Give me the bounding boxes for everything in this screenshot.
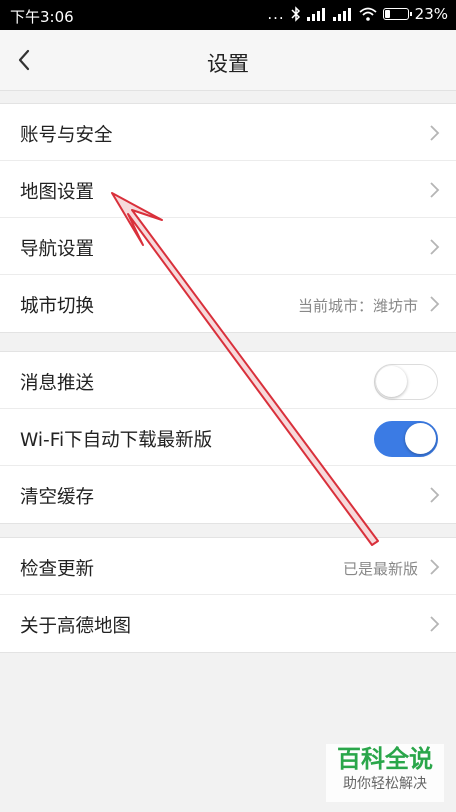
chevron-right-icon: [430, 125, 440, 141]
chevron-right-icon: [430, 239, 440, 255]
settings-group-account: 账号与安全 地图设置 导航设置 城市切换 当前城市：潍坊市: [0, 103, 456, 333]
toggle-knob: [376, 366, 407, 397]
wifi-icon: [359, 7, 377, 21]
row-label: Wi-Fi下自动下载最新版: [20, 430, 213, 451]
row-label: 账号与安全: [20, 125, 113, 146]
status-time: 下午3:06: [10, 8, 74, 26]
battery-percent: 23%: [414, 5, 448, 23]
row-label: 关于高德地图: [20, 616, 132, 637]
status-icons: ... 23%: [267, 5, 448, 23]
row-label: 城市切换: [20, 296, 95, 317]
chevron-right-icon: [430, 487, 440, 503]
row-message-push: 消息推送: [0, 352, 456, 409]
row-account-security[interactable]: 账号与安全: [0, 104, 456, 161]
row-label: 检查更新: [20, 559, 95, 580]
message-push-toggle[interactable]: [374, 364, 438, 400]
row-label: 清空缓存: [20, 487, 95, 508]
watermark-title: 百科全说: [337, 745, 433, 773]
chevron-right-icon: [430, 616, 440, 632]
more-dots-icon: ...: [267, 5, 285, 23]
battery-icon: [382, 8, 412, 20]
battery-level: [384, 10, 390, 18]
watermark-subtitle: 助你轻松解决: [343, 776, 427, 792]
chevron-right-icon: [430, 182, 440, 198]
current-city-value: 当前城市：潍坊市: [297, 297, 418, 315]
settings-group-about: 检查更新 已是最新版 关于高德地图: [0, 537, 456, 653]
row-city-switch[interactable]: 城市切换 当前城市：潍坊市: [0, 275, 456, 332]
row-clear-cache[interactable]: 清空缓存: [0, 466, 456, 523]
wifi-auto-download-toggle[interactable]: [374, 421, 438, 457]
signal-icon: [306, 7, 327, 21]
settings-group-notifications: 消息推送 Wi-Fi下自动下载最新版 清空缓存: [0, 351, 456, 524]
header-bar: 设置: [0, 30, 456, 91]
chevron-right-icon: [430, 296, 440, 312]
update-status-value: 已是最新版: [342, 560, 418, 578]
chevron-right-icon: [430, 559, 440, 575]
page-title: 设置: [207, 52, 249, 76]
row-wifi-auto-download: Wi-Fi下自动下载最新版: [0, 409, 456, 466]
toggle-knob: [405, 423, 436, 454]
row-label: 地图设置: [20, 182, 95, 203]
row-check-update[interactable]: 检查更新 已是最新版: [0, 538, 456, 595]
bluetooth-icon: [291, 6, 301, 22]
status-bar: 下午3:06 ... 23%: [0, 0, 456, 30]
watermark-logo: 百科全说 助你轻松解决: [326, 744, 444, 802]
row-label: 导航设置: [20, 239, 95, 260]
row-about-amap[interactable]: 关于高德地图: [0, 595, 456, 652]
row-navigation-settings[interactable]: 导航设置: [0, 218, 456, 275]
row-label: 消息推送: [20, 373, 95, 394]
row-map-settings[interactable]: 地图设置: [0, 161, 456, 218]
signal-icon-2: [332, 7, 353, 21]
